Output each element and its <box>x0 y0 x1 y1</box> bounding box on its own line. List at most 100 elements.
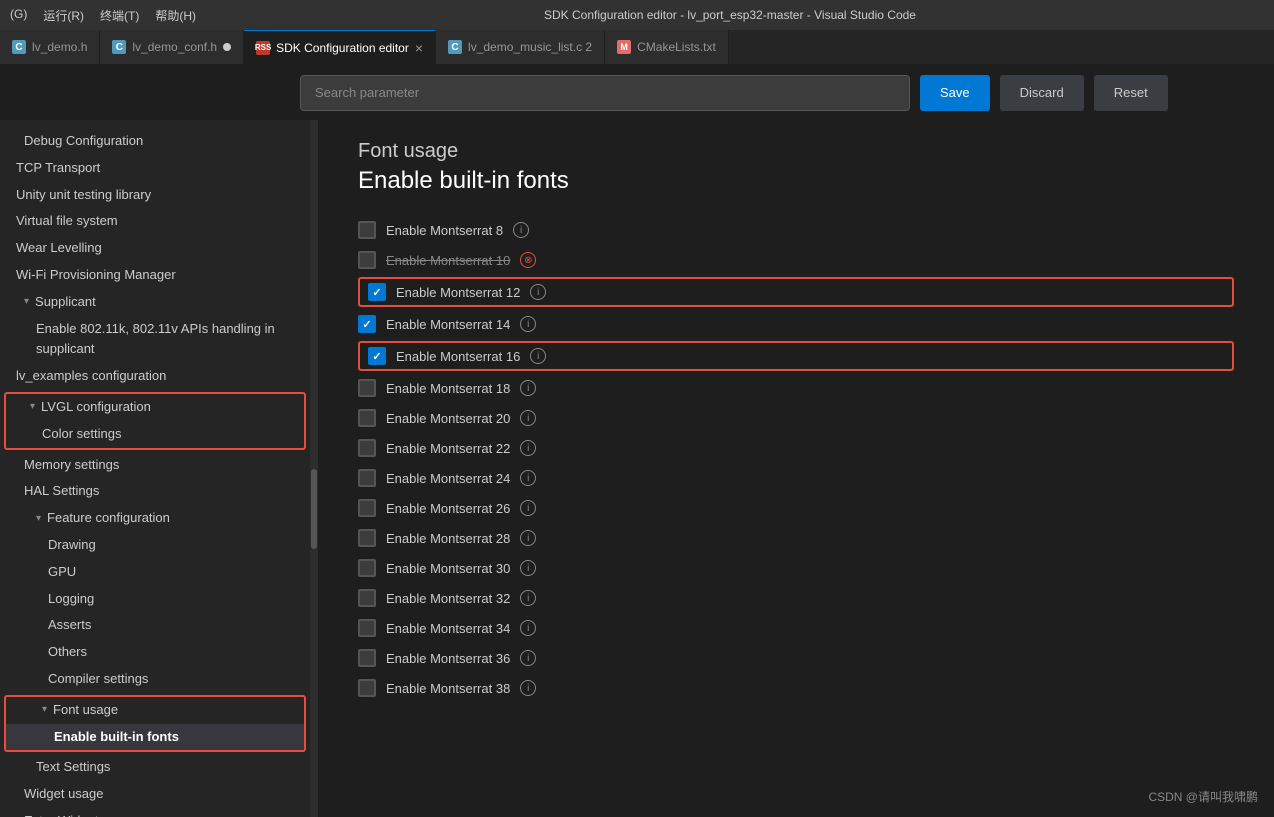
sidebar-item-asserts[interactable]: Asserts <box>0 612 310 639</box>
reset-button[interactable]: Reset <box>1094 75 1168 111</box>
info-icon[interactable]: i <box>520 620 536 636</box>
checkbox-montserrat-24[interactable] <box>358 469 376 487</box>
sidebar-item-compiler[interactable]: Compiler settings <box>0 666 310 693</box>
sidebar-item-logging[interactable]: Logging <box>0 586 310 613</box>
c-file-icon: C <box>112 40 126 54</box>
sidebar-item-vfs[interactable]: Virtual file system <box>0 208 310 235</box>
info-icon[interactable]: i <box>520 380 536 396</box>
expand-icon: ▾ <box>24 294 29 310</box>
checkbox-montserrat-14[interactable] <box>358 315 376 333</box>
sidebar-label: Virtual file system <box>16 211 118 232</box>
sidebar-item-supplicant[interactable]: ▾ Supplicant <box>0 289 310 316</box>
checkbox-montserrat-18[interactable] <box>358 379 376 397</box>
item-label: Enable Montserrat 38 <box>386 681 510 696</box>
info-icon[interactable]: i <box>520 470 536 486</box>
sidebar-item-wifi[interactable]: Wi-Fi Provisioning Manager <box>0 262 310 289</box>
discard-button[interactable]: Discard <box>1000 75 1084 111</box>
sidebar-item-drawing[interactable]: Drawing <box>0 532 310 559</box>
sidebar-label: Font usage <box>53 700 118 721</box>
sidebar-item-widget[interactable]: Widget usage <box>0 781 310 808</box>
checkbox-montserrat-12[interactable] <box>368 283 386 301</box>
tab-label: lv_demo_music_list.c 2 <box>468 40 592 54</box>
config-item-montserrat-16: Enable Montserrat 16 i <box>358 341 1234 371</box>
config-item-montserrat-26: Enable Montserrat 26 i <box>358 493 1234 523</box>
sidebar-item-unity[interactable]: Unity unit testing library <box>0 182 310 209</box>
sidebar-label: Color settings <box>42 424 121 445</box>
sidebar-item-debug[interactable]: Debug Configuration <box>0 128 310 155</box>
sidebar-item-hal[interactable]: HAL Settings <box>0 478 310 505</box>
item-label: Enable Montserrat 20 <box>386 411 510 426</box>
menu-bar[interactable]: (G) 运行(R) 终端(T) 帮助(H) <box>10 7 196 24</box>
sidebar-item-extra[interactable]: Extra Widgets <box>0 808 310 817</box>
tab-label: SDK Configuration editor <box>276 41 409 55</box>
sidebar-item-memory[interactable]: Memory settings <box>0 452 310 479</box>
sidebar-item-feature[interactable]: ▾ Feature configuration <box>0 505 310 532</box>
item-label: Enable Montserrat 14 <box>386 317 510 332</box>
info-icon[interactable]: i <box>520 440 536 456</box>
sidebar-label: lv_examples configuration <box>16 366 166 387</box>
tab-lv-demo-h[interactable]: C lv_demo.h <box>0 30 100 64</box>
checkbox-montserrat-10[interactable] <box>358 251 376 269</box>
info-icon[interactable]: i <box>530 284 546 300</box>
checkbox-montserrat-38[interactable] <box>358 679 376 697</box>
sidebar-scrollbar[interactable] <box>310 120 318 817</box>
checkbox-montserrat-34[interactable] <box>358 619 376 637</box>
info-icon[interactable]: i <box>520 680 536 696</box>
item-label: Enable Montserrat 8 <box>386 223 503 238</box>
item-label: Enable Montserrat 34 <box>386 621 510 636</box>
window-title: SDK Configuration editor - lv_port_esp32… <box>196 8 1264 22</box>
sidebar-item-builtin-fonts[interactable]: Enable built-in fonts <box>6 724 304 751</box>
config-item-montserrat-34: Enable Montserrat 34 i <box>358 613 1234 643</box>
tab-sdk-config[interactable]: RSS SDK Configuration editor × <box>244 30 436 64</box>
info-icon[interactable]: i <box>520 316 536 332</box>
info-icon[interactable]: i <box>520 530 536 546</box>
lvgl-highlight-box: ▾ LVGL configuration Color settings <box>4 392 306 450</box>
sidebar-label: Compiler settings <box>48 669 148 690</box>
info-icon[interactable]: i <box>520 560 536 576</box>
checkbox-montserrat-32[interactable] <box>358 589 376 607</box>
checkbox-montserrat-30[interactable] <box>358 559 376 577</box>
checkbox-montserrat-16[interactable] <box>368 347 386 365</box>
sidebar-item-wear[interactable]: Wear Levelling <box>0 235 310 262</box>
checkbox-montserrat-20[interactable] <box>358 409 376 427</box>
checkbox-montserrat-22[interactable] <box>358 439 376 457</box>
search-input[interactable] <box>300 75 910 111</box>
tab-lv-demo-conf-h[interactable]: C lv_demo_conf.h <box>100 30 244 64</box>
menu-terminal[interactable]: 终端(T) <box>100 7 139 24</box>
sidebar-item-color[interactable]: Color settings <box>6 421 304 448</box>
info-icon[interactable]: i <box>530 348 546 364</box>
tab-label: CMakeLists.txt <box>637 40 716 54</box>
sidebar-item-text[interactable]: Text Settings <box>0 754 310 781</box>
menu-run[interactable]: 运行(R) <box>43 7 84 24</box>
info-icon[interactable]: i <box>520 410 536 426</box>
save-button[interactable]: Save <box>920 75 990 111</box>
checkbox-montserrat-26[interactable] <box>358 499 376 517</box>
sidebar-item-lvgl[interactable]: ▾ LVGL configuration <box>6 394 304 421</box>
checkbox-montserrat-36[interactable] <box>358 649 376 667</box>
item-label: Enable Montserrat 24 <box>386 471 510 486</box>
checkbox-montserrat-28[interactable] <box>358 529 376 547</box>
checkbox-montserrat-8[interactable] <box>358 221 376 239</box>
info-icon-warning[interactable]: ⊗ <box>520 252 536 268</box>
sidebar-item-lv-examples[interactable]: lv_examples configuration <box>0 363 310 390</box>
section-subtitle: Enable built-in fonts <box>358 167 1234 195</box>
sidebar-item-gpu[interactable]: GPU <box>0 559 310 586</box>
sidebar-item-font-usage[interactable]: ▾ Font usage <box>6 697 304 724</box>
menu-help[interactable]: 帮助(H) <box>155 7 196 24</box>
menu-g[interactable]: (G) <box>10 7 27 24</box>
config-item-montserrat-28: Enable Montserrat 28 i <box>358 523 1234 553</box>
tab-cmake[interactable]: M CMakeLists.txt <box>605 30 729 64</box>
tab-lv-demo-music[interactable]: C lv_demo_music_list.c 2 <box>436 30 605 64</box>
config-item-montserrat-30: Enable Montserrat 30 i <box>358 553 1234 583</box>
sidebar-item-tcp[interactable]: TCP Transport <box>0 155 310 182</box>
config-item-montserrat-14: Enable Montserrat 14 i <box>358 309 1234 339</box>
config-item-montserrat-24: Enable Montserrat 24 i <box>358 463 1234 493</box>
sidebar-item-802[interactable]: Enable 802.11k, 802.11v APIs handling in… <box>0 316 310 364</box>
info-icon[interactable]: i <box>520 590 536 606</box>
info-icon[interactable]: i <box>520 500 536 516</box>
close-tab-icon[interactable]: × <box>415 41 423 55</box>
sidebar-item-others[interactable]: Others <box>0 639 310 666</box>
info-icon[interactable]: i <box>513 222 529 238</box>
item-label: Enable Montserrat 30 <box>386 561 510 576</box>
info-icon[interactable]: i <box>520 650 536 666</box>
